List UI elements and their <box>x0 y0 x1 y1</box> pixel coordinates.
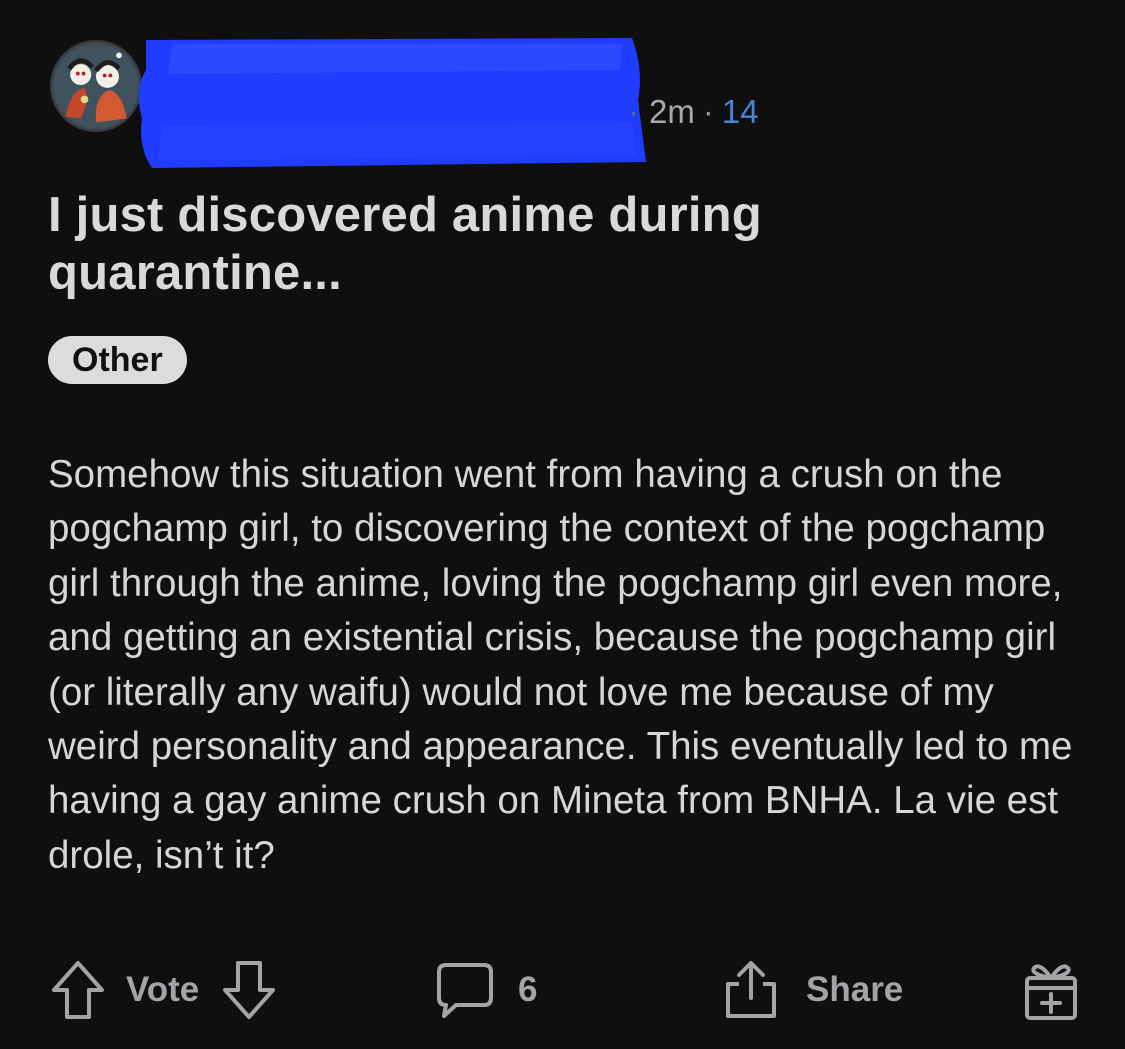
vote-label: Vote <box>126 970 200 1009</box>
post-card: · 2m · 14 I just discovered anime during qu… <box>0 0 1125 1049</box>
separator-dot: · <box>702 93 714 130</box>
post-body: Somehow this situation went from having … <box>48 453 1073 877</box>
separator-dot: · <box>628 93 639 130</box>
gift-award-icon <box>1020 958 1082 1022</box>
username-redaction <box>132 30 652 170</box>
vote-group: Vote <box>48 955 279 1025</box>
comment-button[interactable]: 6 <box>434 955 537 1025</box>
share-button[interactable]: Share <box>720 955 903 1025</box>
comment-count: 6 <box>518 970 538 1009</box>
post-title[interactable]: I just discovered anime during quarantin… <box>48 186 1068 302</box>
arrow-up-outline-icon[interactable] <box>48 958 108 1022</box>
share-label: Share <box>806 970 904 1009</box>
award-button[interactable] <box>1020 955 1082 1025</box>
arrow-down-outline-icon[interactable] <box>219 958 279 1022</box>
post-age: 2m <box>649 93 695 130</box>
user-avatar[interactable] <box>50 40 142 132</box>
avatar-image <box>52 42 140 130</box>
post-meta: · 2m · 14 <box>628 92 759 132</box>
share-upload-icon <box>720 958 782 1022</box>
speech-bubble-icon <box>434 959 496 1021</box>
post-flair[interactable]: Other <box>48 336 187 384</box>
action-bar: Vote 6 Share <box>0 955 1125 1025</box>
post-score: 14 <box>721 93 759 130</box>
